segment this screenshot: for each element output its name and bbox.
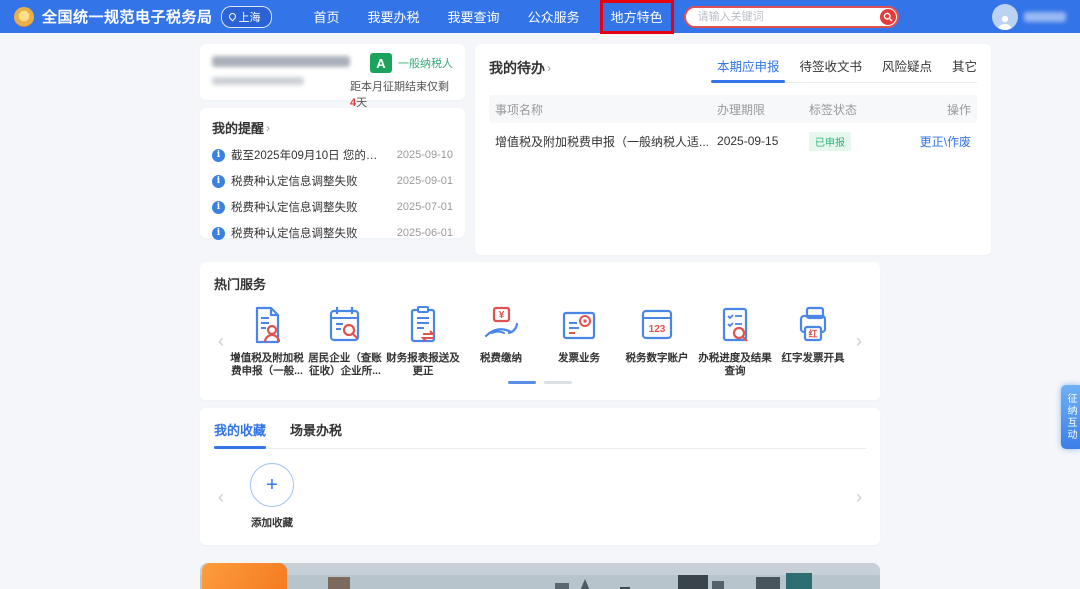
add-favorite-button[interactable]: + 添加收藏 xyxy=(250,463,294,530)
todos-table-row: 增值税及附加税费申报（一般纳税人适... 2025-09-15 已申报 更正\作… xyxy=(489,123,977,159)
svg-text:红: 红 xyxy=(808,328,817,339)
nav-item-local-features[interactable]: 地方特色 xyxy=(611,10,663,25)
favorites-prev-button[interactable]: ‹ xyxy=(214,488,228,506)
tab-risk-points[interactable]: 风险疑点 xyxy=(882,56,932,75)
service-enterprise-income-tax[interactable]: 居民企业（查账征收）企业所... xyxy=(306,303,384,379)
info-icon: i xyxy=(212,149,225,162)
tab-current-declarations[interactable]: 本期应申报 xyxy=(717,56,780,75)
top-nav-bar: 全国统一规范电子税务局 上海 首页 我要办税 我要查询 公众服务 地方特色 xyxy=(0,0,1080,33)
taxpayer-info-card: A 一般纳税人 距本月征期结束仅剩4天 xyxy=(200,44,465,100)
hot-services-title: 热门服务 xyxy=(214,274,866,293)
todo-item-name: 增值税及附加税费申报（一般纳税人适... xyxy=(495,133,717,150)
financial-report-icon xyxy=(401,303,445,347)
page-body: A 一般纳税人 距本月征期结束仅剩4天 我的提醒 › i 截至2025年09月1… xyxy=(0,33,1080,589)
pagination-dot-1[interactable] xyxy=(508,381,536,384)
info-icon: i xyxy=(212,227,225,240)
service-digital-account[interactable]: 123 税务数字账户 xyxy=(618,303,696,379)
carousel-pagination xyxy=(214,381,866,384)
reminders-card: 我的提醒 › i 截至2025年09月10日 您的企业有待... 2025-09… xyxy=(200,108,465,238)
service-invoice-business[interactable]: 发票业务 xyxy=(540,303,618,379)
reminder-item[interactable]: i 税费种认定信息调整失败 2025-06-01 xyxy=(212,225,453,241)
tab-scenario-tax[interactable]: 场景办税 xyxy=(290,420,342,439)
reminder-item[interactable]: i 截至2025年09月10日 您的企业有待... 2025-09-10 xyxy=(212,147,453,163)
chevron-right-icon: › xyxy=(266,121,270,135)
carousel-next-button[interactable]: › xyxy=(852,332,866,350)
filing-deadline-notice: 距本月征期结束仅剩4天 xyxy=(350,78,453,110)
cityscape-image xyxy=(200,563,880,589)
nav-item-inquiry[interactable]: 我要查询 xyxy=(448,7,500,26)
favorites-next-button[interactable]: › xyxy=(852,488,866,506)
location-selector[interactable]: 上海 xyxy=(221,6,272,28)
tab-my-favorites[interactable]: 我的收藏 xyxy=(214,420,266,439)
todos-card: 我的待办 › 本期应申报 待签收文书 风险疑点 其它 事项名称 办理期限 标签状… xyxy=(475,44,991,255)
national-emblem-logo-icon xyxy=(14,7,34,27)
service-progress-query[interactable]: 办税进度及结果查询 xyxy=(696,303,774,379)
tab-documents-to-sign[interactable]: 待签收文书 xyxy=(799,56,862,75)
search-bar xyxy=(684,6,899,28)
nav-item-tax-handling[interactable]: 我要办税 xyxy=(368,7,420,26)
search-button[interactable] xyxy=(880,9,896,25)
reminders-title: 我的提醒 xyxy=(212,118,264,137)
location-label: 上海 xyxy=(239,9,261,25)
reminder-item[interactable]: i 税费种认定信息调整失败 2025-09-01 xyxy=(212,173,453,189)
search-input[interactable] xyxy=(684,6,899,28)
todos-title: 我的待办 xyxy=(489,58,545,78)
reminders-header[interactable]: 我的提醒 › xyxy=(212,118,453,137)
chevron-right-icon: › xyxy=(547,61,551,75)
correct-void-link[interactable]: 更正\作废 xyxy=(920,135,971,149)
user-icon xyxy=(996,14,1014,30)
tax-payment-icon: ¥ xyxy=(479,303,523,347)
todos-header[interactable]: 我的待办 › xyxy=(489,56,551,78)
tab-other[interactable]: 其它 xyxy=(952,56,977,75)
app-title: 全国统一规范电子税务局 xyxy=(42,6,213,27)
todo-deadline: 2025-09-15 xyxy=(717,134,809,148)
main-nav: 首页 我要办税 我要查询 公众服务 地方特色 xyxy=(314,7,666,27)
red-invoice-icon: 红 xyxy=(791,303,835,347)
reminder-item[interactable]: i 税费种认定信息调整失败 2025-07-01 xyxy=(212,199,453,215)
pagination-dot-2[interactable] xyxy=(544,381,572,384)
info-icon: i xyxy=(212,201,225,214)
favorites-tabs: 我的收藏 场景办税 xyxy=(214,420,866,449)
nav-item-public-service[interactable]: 公众服务 xyxy=(528,7,580,26)
svg-text:123: 123 xyxy=(649,324,666,335)
service-red-invoice[interactable]: 红 红字发票开具 xyxy=(774,303,852,379)
carousel-prev-button[interactable]: ‹ xyxy=(214,332,228,350)
progress-query-icon xyxy=(713,303,757,347)
service-financial-report[interactable]: 财务报表报送及更正 xyxy=(384,303,462,379)
username-blurred xyxy=(1024,12,1066,22)
interaction-widget-tab[interactable]: 征纳互动 xyxy=(1061,385,1080,449)
plus-icon: + xyxy=(250,463,294,507)
taxpayer-type-label: 一般纳税人 xyxy=(398,55,453,71)
user-avatar[interactable] xyxy=(992,4,1018,30)
nav-item-home[interactable]: 首页 xyxy=(314,7,340,26)
invoice-business-icon xyxy=(557,303,601,347)
credit-rating-badge: A xyxy=(370,53,392,73)
status-badge: 已申报 xyxy=(809,132,851,151)
enterprise-income-tax-icon xyxy=(323,303,367,347)
search-icon xyxy=(883,12,893,22)
service-tax-payment[interactable]: ¥ 税费缴纳 xyxy=(462,303,540,379)
annotation-highlight-box: 地方特色 xyxy=(600,0,674,34)
hot-services-card: 热门服务 ‹ 增值税及附加税费申报（一般. xyxy=(200,262,880,400)
taxpayer-id-blurred xyxy=(212,77,304,85)
digital-account-icon: 123 xyxy=(635,303,679,347)
favorites-card: 我的收藏 场景办税 ‹ + 添加收藏 › xyxy=(200,408,880,545)
promo-banner[interactable] xyxy=(200,563,880,589)
svg-text:¥: ¥ xyxy=(499,310,505,321)
todos-table-header: 事项名称 办理期限 标签状态 操作 xyxy=(489,95,977,123)
info-icon: i xyxy=(212,175,225,188)
company-name-blurred xyxy=(212,56,350,67)
service-vat-declaration[interactable]: 增值税及附加税费申报（一般... xyxy=(228,303,306,379)
vat-declaration-icon xyxy=(245,303,289,347)
hot-services-list: 增值税及附加税费申报（一般... 居民 xyxy=(228,303,852,379)
todos-tabs: 本期应申报 待签收文书 风险疑点 其它 xyxy=(717,56,977,83)
banner-accent-block xyxy=(202,563,287,589)
location-pin-icon xyxy=(227,12,237,22)
